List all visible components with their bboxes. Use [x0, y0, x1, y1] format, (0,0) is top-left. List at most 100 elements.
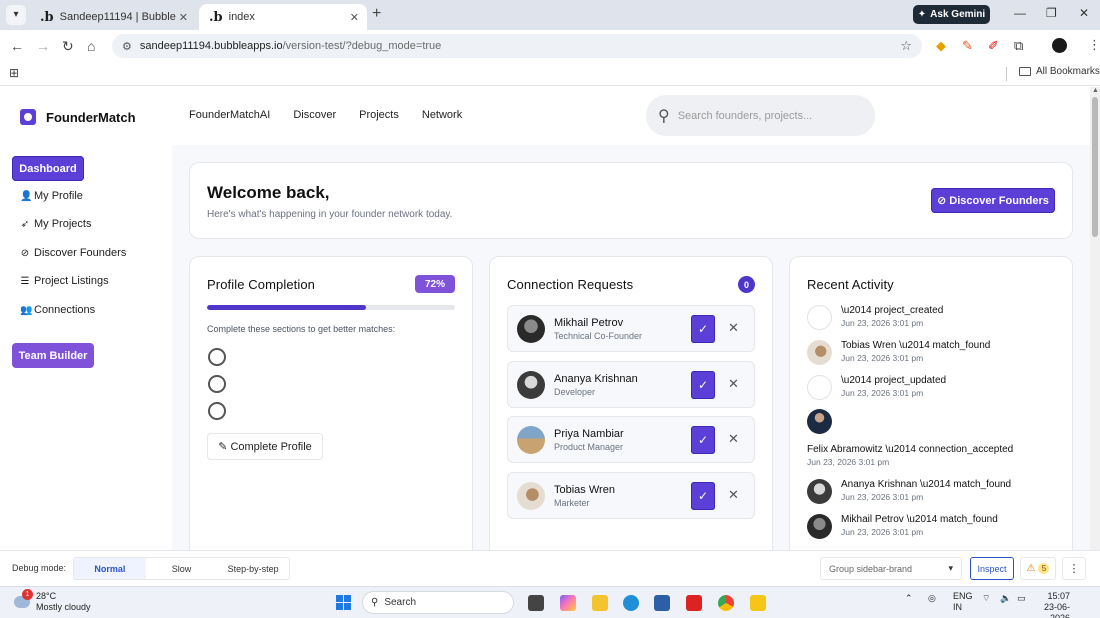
accept-request-button[interactable]: ✓ [691, 371, 715, 399]
request-role: Marketer [554, 498, 590, 508]
notification-badge: 1 [22, 589, 33, 600]
home-icon[interactable]: ⌂ [87, 38, 95, 54]
language-indicator[interactable]: ENG IN [953, 591, 973, 613]
file-explorer-icon[interactable] [592, 595, 608, 611]
nav-discover[interactable]: Discover [293, 109, 336, 121]
sidebar-item-my-projects[interactable]: ➶ My Projects [20, 218, 92, 230]
gemini-label: Ask Gemini [930, 9, 986, 20]
section-checkbox[interactable] [208, 375, 226, 393]
sidebar-item-project-listings[interactable]: ☰ Project Listings [20, 275, 109, 287]
weather-status: Mostly cloudy [36, 602, 91, 612]
browser-menu-icon[interactable]: ⋮ [1088, 37, 1100, 53]
nav-projects[interactable]: Projects [359, 109, 399, 121]
section-checkbox[interactable] [208, 402, 226, 420]
search-input[interactable] [677, 109, 848, 122]
store-app-icon[interactable] [654, 595, 670, 611]
sidebar-brand[interactable]: FounderMatch [20, 109, 136, 125]
edge-browser-icon[interactable] [623, 595, 639, 611]
section-checkbox[interactable] [208, 348, 226, 366]
users-icon: 👥 [20, 304, 33, 316]
new-tab-icon[interactable]: + [372, 5, 381, 23]
restore-icon[interactable]: ❐ [1046, 6, 1057, 20]
debug-mode-slow[interactable]: Slow [146, 558, 218, 579]
extension-icon[interactable]: ✎ [962, 38, 973, 54]
request-row: Ananya Krishnan Developer ✓ ✕ [507, 361, 755, 408]
back-icon[interactable]: ← [10, 38, 24, 54]
reload-icon[interactable]: ↻ [62, 38, 74, 55]
sidebar-item-connections[interactable]: 👥 Connections [20, 304, 95, 316]
letter-l-app-icon[interactable] [686, 595, 702, 611]
page-scrollbar[interactable]: ▲ ▼ [1090, 87, 1100, 586]
all-bookmarks-button[interactable]: All Bookmarks [1019, 66, 1100, 77]
region-code: IN [953, 602, 962, 612]
decline-request-icon[interactable]: ✕ [728, 431, 739, 447]
scrollbar-thumb[interactable] [1092, 97, 1098, 237]
apps-grid-icon[interactable]: ⊞ [9, 66, 19, 80]
sidebar-item-my-profile[interactable]: 👤 My Profile [20, 190, 83, 202]
tab-bubble-editor[interactable]: .b Sandeep11194 | Bubble Editor ✕ [30, 4, 196, 30]
window-close-icon[interactable]: ✕ [1079, 6, 1089, 20]
nav-network[interactable]: Network [422, 109, 462, 121]
scroll-up-icon[interactable]: ▲ [1092, 87, 1099, 94]
extensions-puzzle-icon[interactable]: ⧉ [1014, 38, 1023, 54]
copilot-app-icon[interactable] [560, 595, 576, 611]
debug-mode-label: Debug mode: [12, 563, 67, 573]
extension-icon[interactable]: ✐ [988, 38, 999, 54]
sidebar-item-discover-founders[interactable]: ⊘ Discover Founders [20, 247, 127, 259]
request-role: Product Manager [554, 442, 624, 452]
discover-founders-button[interactable]: ⊘ Discover Founders [931, 188, 1055, 213]
inspect-button[interactable]: Inspect [970, 557, 1014, 580]
bookmark-star-icon[interactable]: ☆ [900, 38, 912, 54]
volume-icon[interactable]: 🔈 [1000, 593, 1011, 604]
sidebar-item-label: Discover Founders [34, 247, 127, 259]
tray-app-icon[interactable]: ◎ [928, 593, 936, 604]
tab-index[interactable]: .b index ✕ [199, 4, 367, 30]
clock-date: 23-06-2026 [1043, 602, 1070, 618]
decline-request-icon[interactable]: ✕ [728, 320, 739, 336]
element-select-dropdown[interactable]: Group sidebar-brand ▾ [820, 557, 962, 580]
tab-close-icon[interactable]: ✕ [179, 11, 188, 24]
accept-request-button[interactable]: ✓ [691, 315, 715, 343]
browser-tab-bar: ▾ .b Sandeep11194 | Bubble Editor ✕ .b i… [0, 0, 1100, 30]
tab-search-icon[interactable]: ▾ [6, 5, 26, 25]
complete-profile-button[interactable]: ✎ Complete Profile [207, 433, 323, 460]
activity-date: Jun 23, 2026 3:01 pm [841, 353, 924, 363]
terminal-app-icon[interactable] [528, 595, 544, 611]
debug-more-icon[interactable]: ⋮ [1062, 557, 1086, 580]
chrome-app-icon[interactable] [718, 595, 734, 611]
team-builder-button[interactable]: Team Builder [12, 343, 94, 368]
bubble-favicon-icon: .b [40, 9, 54, 25]
debug-mode-step[interactable]: Step-by-step [217, 558, 289, 579]
tray-chevron-icon[interactable]: ⌃ [905, 593, 913, 604]
tab-title: index [228, 11, 255, 23]
wifi-icon[interactable]: ⌔ [982, 593, 990, 604]
taskbar-search[interactable]: ⚲ Search [362, 591, 514, 614]
debug-mode-normal[interactable]: Normal [74, 558, 146, 579]
windows-taskbar: 28°C Mostly cloudy 1 ⚲ Search ⌃ ◎ ENG IN… [0, 586, 1100, 618]
warnings-button[interactable]: ⚠ 5 [1020, 557, 1056, 580]
nav-foundermatchai[interactable]: FounderMatchAI [189, 109, 270, 121]
minimize-icon[interactable]: — [1014, 6, 1026, 20]
forward-icon[interactable]: → [36, 38, 50, 54]
decline-request-icon[interactable]: ✕ [728, 487, 739, 503]
dashboard-button[interactable]: Dashboard [12, 156, 84, 181]
system-clock[interactable]: 15:07 23-06-2026 [1036, 591, 1070, 618]
address-bar[interactable]: ⚙ sandeep11194.bubbleapps.io/version-tes… [112, 34, 922, 58]
sticky-notes-icon[interactable] [750, 595, 766, 611]
rocket-icon: ➶ [20, 218, 30, 230]
ask-gemini-button[interactable]: ✦ Ask Gemini [913, 5, 990, 24]
start-icon[interactable] [336, 595, 351, 610]
accept-request-button[interactable]: ✓ [691, 482, 715, 510]
extension-icon[interactable]: ◆ [936, 38, 946, 54]
battery-icon[interactable]: ▭ [1017, 593, 1026, 604]
compass-icon: ⊘ [937, 195, 947, 207]
profile-avatar[interactable] [1052, 38, 1067, 53]
avatar [807, 340, 832, 365]
pencil-icon: ✎ [218, 441, 228, 453]
decline-request-icon[interactable]: ✕ [728, 376, 739, 392]
site-info-icon[interactable]: ⚙ [122, 40, 132, 53]
connection-requests-card: Connection Requests 0 Mikhail Petrov Tec… [489, 256, 773, 550]
tab-close-icon[interactable]: ✕ [350, 11, 359, 24]
welcome-card: Welcome back, Here's what's happening in… [189, 162, 1073, 239]
accept-request-button[interactable]: ✓ [691, 426, 715, 454]
